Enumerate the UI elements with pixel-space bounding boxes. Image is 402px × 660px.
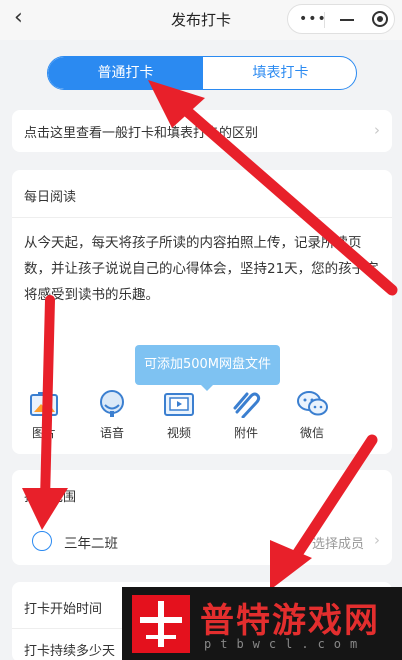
more-dots-icon[interactable]: •••: [299, 11, 327, 27]
class-radio[interactable]: [32, 531, 52, 551]
attachment-tool-label: 附件: [233, 426, 258, 440]
attachment-icon: [231, 390, 261, 419]
watermark-name: 普特游戏网: [200, 601, 380, 641]
wechat-tool-label: 微信: [299, 426, 324, 440]
chevron-right-icon: ›: [374, 121, 380, 139]
target-close-icon[interactable]: [372, 11, 388, 27]
mini-program-capsule: •••: [287, 4, 395, 34]
difference-info-row[interactable]: 点击这里查看一般打卡和填表打卡的区别 ›: [12, 110, 392, 152]
video-tool-button[interactable]: 视频: [153, 390, 205, 441]
watermark-domain: ptbwcl.com: [204, 637, 367, 651]
image-icon: [29, 390, 59, 418]
tab-form-checkin[interactable]: 填表打卡: [203, 57, 356, 89]
checkin-scope-card: 打卡范围 三年二班 选择成员 ›: [12, 470, 392, 565]
divider: [12, 217, 392, 218]
checkin-type-switch: 普通打卡 填表打卡: [47, 56, 357, 90]
voice-icon: [97, 390, 127, 418]
minimize-icon[interactable]: [340, 19, 354, 21]
site-watermark: 普特游戏网 ptbwcl.com: [122, 587, 402, 660]
nav-bar: ‹ 发布打卡 •••: [0, 0, 402, 40]
select-members-link[interactable]: 选择成员: [312, 533, 364, 552]
start-time-row[interactable]: 打卡开始时间: [24, 598, 102, 617]
video-icon: [164, 390, 194, 418]
checkin-title[interactable]: 每日阅读: [24, 186, 76, 205]
video-tool-label: 视频: [166, 426, 191, 440]
attachment-tool-button[interactable]: 附件: [220, 390, 272, 441]
voice-tool-label: 语音: [99, 426, 124, 440]
image-tool-button[interactable]: 图片: [18, 390, 70, 441]
site-logo: [132, 595, 190, 653]
difference-info-text: 点击这里查看一般打卡和填表打卡的区别: [24, 126, 259, 141]
wechat-icon: [297, 390, 328, 418]
voice-tool-button[interactable]: 语音: [86, 390, 138, 441]
class-name[interactable]: 三年二班: [64, 532, 118, 552]
capsule-divider: [324, 12, 325, 28]
checkin-description[interactable]: 从今天起，每天将孩子所读的内容拍照上传，记录所读页数，并让孩子说说自己的心得体会…: [24, 230, 384, 308]
duration-row[interactable]: 打卡持续多少天: [24, 640, 115, 659]
attachment-tooltip: 可添加500M网盘文件: [135, 345, 280, 391]
scope-title: 打卡范围: [24, 490, 77, 505]
chevron-right-icon: ›: [374, 531, 380, 549]
image-tool-label: 图片: [31, 426, 56, 440]
wechat-tool-button[interactable]: 微信: [286, 390, 338, 441]
tab-normal-checkin[interactable]: 普通打卡: [48, 57, 203, 89]
